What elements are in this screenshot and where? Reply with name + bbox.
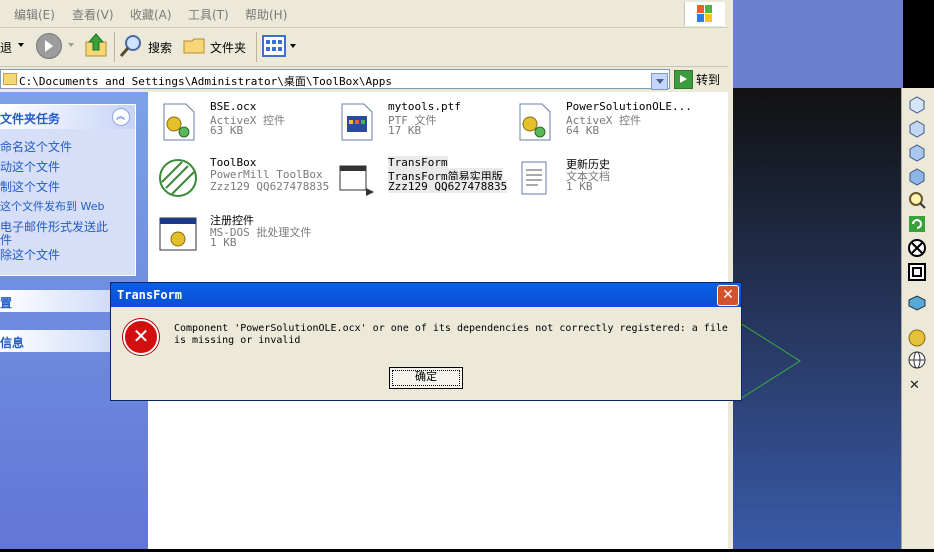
globe-icon[interactable] xyxy=(907,350,927,370)
batch-file-icon xyxy=(159,217,197,251)
collapse-icon[interactable] xyxy=(112,108,130,126)
file-item[interactable]: BSE.ocx ActiveX 控件 63 KB xyxy=(154,98,324,144)
side-toolbar: ✕ xyxy=(901,88,934,549)
forward-button[interactable] xyxy=(36,33,62,59)
menu-bar: 编辑(E) 查看(V) 收藏(A) 工具(T) 帮助(H) xyxy=(0,0,733,28)
go-label: 转到 xyxy=(696,73,721,87)
details-title: 信息 xyxy=(0,336,25,350)
views-dropdown-icon xyxy=(290,44,296,48)
file-item[interactable]: 更新历史 文本文档 1 KB xyxy=(510,154,680,200)
dialog-title: TransForm xyxy=(117,288,183,302)
toolbar-separator xyxy=(256,32,257,62)
view-iso-icon[interactable] xyxy=(907,94,927,114)
forward-arrow-icon xyxy=(45,40,53,52)
ok-button[interactable]: 确定 xyxy=(389,367,463,389)
file-size: 1 KB xyxy=(566,180,593,193)
sphere-icon[interactable] xyxy=(907,328,927,348)
views-grid-icon xyxy=(262,35,286,57)
folders-icon xyxy=(183,38,205,54)
close-toolbar-icon[interactable]: ✕ xyxy=(909,378,920,393)
activex-file-icon xyxy=(163,103,195,141)
task-copy[interactable]: 制这个文件 xyxy=(0,178,60,195)
file-item[interactable]: TransForm TransForm简易实用版 Zzz129 QQ627478… xyxy=(332,154,508,200)
chevron-down-icon xyxy=(656,79,664,84)
view-side-icon[interactable] xyxy=(907,166,927,186)
menu-edit[interactable]: 编辑(E) xyxy=(14,6,55,23)
up-folder-icon[interactable] xyxy=(84,32,108,60)
view-top-icon[interactable] xyxy=(907,118,927,138)
fit-view-icon[interactable] xyxy=(907,238,927,258)
other-places-title: 置 xyxy=(0,296,13,310)
folders-label: 文件夹 xyxy=(210,41,247,55)
address-path: C:\Documents and Settings\Administrator\… xyxy=(19,75,392,88)
cad-viewport[interactable] xyxy=(733,88,903,549)
rotate-icon[interactable] xyxy=(907,214,927,234)
file-size: Zzz129 QQ627478835 xyxy=(210,180,330,193)
back-button-label[interactable]: 退 xyxy=(0,39,12,56)
search-icon xyxy=(119,35,141,57)
error-dialog: TransForm ✕ ✕ Component 'PowerSolutionOL… xyxy=(110,282,742,401)
address-dropdown-button[interactable] xyxy=(651,73,668,90)
file-size: 17 KB xyxy=(388,124,422,137)
file-tasks-panel: 文件夹任务 命名这个文件 动这个文件 制这个文件 这个文件发布到 Web 电子邮… xyxy=(0,104,136,276)
toolbar-separator xyxy=(114,32,115,62)
go-arrow-icon xyxy=(674,70,693,89)
transform-app-icon xyxy=(339,165,374,196)
toolbox-app-icon xyxy=(159,159,197,197)
task-delete[interactable]: 除这个文件 xyxy=(0,246,60,263)
task-email[interactable]: 电子邮件形式发送此 xyxy=(0,218,108,235)
file-item[interactable]: 注册控件 MS-DOS 批处理文件 1 KB xyxy=(154,210,324,256)
cad-app-top xyxy=(733,0,903,88)
address-bar: C:\Documents and Settings\Administrator\… xyxy=(0,67,733,91)
viewport-geometry xyxy=(739,322,801,400)
file-size: 64 KB xyxy=(566,124,600,137)
explorer-window: 编辑(E) 查看(V) 收藏(A) 工具(T) 帮助(H) 退 搜索 文件夹 C… xyxy=(0,0,733,549)
activex-file-icon xyxy=(519,103,551,141)
ptf-file-icon xyxy=(341,103,373,141)
file-tasks-header[interactable]: 文件夹任务 xyxy=(0,105,135,129)
views-button[interactable] xyxy=(262,35,298,59)
forward-dropdown-icon[interactable] xyxy=(68,43,74,47)
folders-button[interactable]: 文件夹 xyxy=(182,33,252,61)
task-move[interactable]: 动这个文件 xyxy=(0,158,60,175)
file-item[interactable]: ToolBox PowerMill ToolBox Zzz129 QQ62747… xyxy=(154,154,329,200)
file-size: 1 KB xyxy=(210,236,237,249)
menu-favorites[interactable]: 收藏(A) xyxy=(130,6,172,23)
folder-icon xyxy=(3,73,17,85)
shaded-view-icon[interactable] xyxy=(907,292,927,312)
toolbar: 退 搜索 文件夹 xyxy=(0,28,733,67)
file-tasks-title: 文件夹任务 xyxy=(0,112,61,126)
address-input[interactable]: C:\Documents and Settings\Administrator\… xyxy=(0,69,670,90)
windows-logo-icon xyxy=(684,2,725,26)
file-item[interactable]: mytools.ptf PTF 文件 17 KB xyxy=(332,98,502,144)
menu-tools[interactable]: 工具(T) xyxy=(188,6,229,23)
search-label: 搜索 xyxy=(148,41,173,55)
file-item[interactable]: PowerSolutionOLE... ActiveX 控件 64 KB xyxy=(510,98,692,144)
go-button[interactable]: 转到 xyxy=(674,70,729,89)
menu-view[interactable]: 查看(V) xyxy=(72,6,114,23)
frame-icon[interactable] xyxy=(907,262,927,282)
task-publish-web[interactable]: 这个文件发布到 Web xyxy=(0,198,104,214)
task-rename[interactable]: 命名这个文件 xyxy=(0,138,72,155)
zoom-icon[interactable] xyxy=(907,190,927,210)
error-icon: ✕ xyxy=(123,319,159,355)
file-size: 63 KB xyxy=(210,124,244,137)
dialog-titlebar[interactable]: TransForm ✕ xyxy=(111,283,741,307)
dialog-close-button[interactable]: ✕ xyxy=(717,285,739,306)
view-front-icon[interactable] xyxy=(907,142,927,162)
dialog-message: Component 'PowerSolutionOLE.ocx' or one … xyxy=(174,323,728,346)
text-document-icon xyxy=(521,161,547,195)
file-size: Zzz129 QQ627478835 xyxy=(388,180,508,193)
back-dropdown-icon[interactable] xyxy=(18,43,24,47)
menu-help[interactable]: 帮助(H) xyxy=(245,6,287,23)
